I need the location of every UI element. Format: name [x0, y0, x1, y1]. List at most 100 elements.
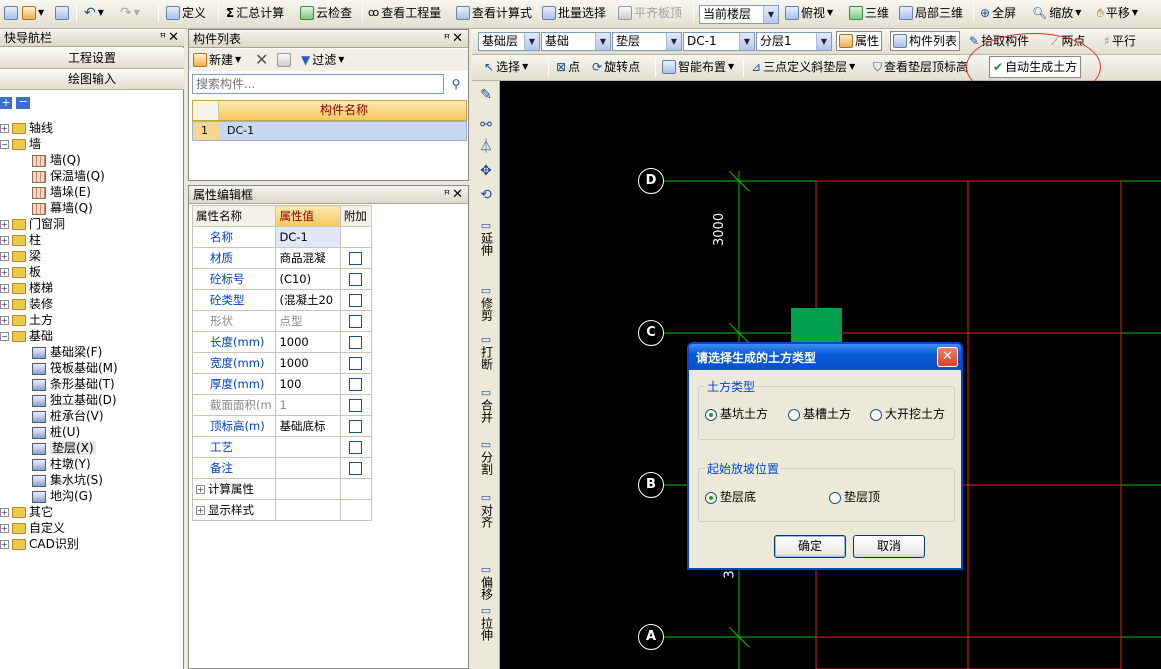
extra-checkbox[interactable] [349, 462, 363, 475]
property-value[interactable]: 100 [275, 373, 341, 395]
tree-leaf[interactable]: 筏板基础(M) [32, 360, 118, 376]
property-value[interactable]: 基础底标 [275, 415, 341, 437]
expand-icon[interactable]: + [0, 524, 9, 533]
open-file-button[interactable]: ▼ [22, 3, 44, 23]
property-row[interactable]: 厚度(mm) 100 [191, 373, 373, 395]
tree-folder[interactable]: + CAD识别 [0, 536, 79, 552]
tree-leaf[interactable]: 独立基础(D) [32, 392, 117, 408]
property-row[interactable]: 顶标高(m) 基础底标 [191, 415, 373, 437]
batch-select-button[interactable]: 批量选择 [542, 3, 606, 23]
property-group-row[interactable]: + 计算属性 [191, 478, 373, 500]
expand-icon[interactable]: + [196, 485, 205, 494]
vertical-tool-button[interactable]: ▭ 打断 [476, 333, 496, 370]
property-value[interactable]: (C10) [275, 268, 341, 290]
extra-checkbox[interactable] [349, 315, 363, 328]
property-row[interactable]: 截面面积(m 1 [191, 394, 373, 416]
rotate-icon[interactable]: ⟲ [476, 188, 496, 202]
tree-folder[interactable]: − 基础 [0, 328, 53, 344]
tree-folder[interactable]: + 楼梯 [0, 280, 53, 296]
tree-folder[interactable]: + 梁 [0, 248, 41, 264]
pin-icon[interactable]: ꟸ [444, 186, 450, 204]
zoom-button[interactable]: 🔍︎ 缩放 ▼ [1032, 3, 1081, 23]
search-button[interactable]: ⚲ [447, 74, 465, 94]
option-excavation[interactable]: 大开挖土方 [870, 405, 945, 422]
property-value[interactable]: 商品混凝 [275, 247, 341, 269]
expand-icon[interactable]: + [0, 508, 9, 517]
property-row[interactable]: 备注 [191, 457, 373, 479]
smart-layout-button[interactable]: 智能布置 ▼ [662, 57, 734, 77]
cloud-check-button[interactable]: 云检查 [300, 3, 352, 23]
tree-folder[interactable]: + 板 [0, 264, 41, 280]
new-component-button[interactable]: 新建 ▼ [193, 50, 241, 70]
option-trench[interactable]: 基槽土方 [788, 405, 851, 422]
mirror-icon[interactable]: ⏃ [476, 140, 496, 154]
tree-folder[interactable]: + 门窗洞 [0, 216, 65, 232]
property-row[interactable]: 宽度(mm) 1000 [191, 352, 373, 374]
type-select[interactable]: 垫层 ▼ [612, 32, 682, 51]
tree-leaf[interactable]: 地沟(G) [32, 488, 93, 504]
pan-button[interactable]: ✋︎ 平移 ▼ [1097, 3, 1138, 23]
component-search-input[interactable] [192, 74, 444, 94]
extra-checkbox[interactable] [349, 273, 363, 286]
close-icon[interactable]: ✕ [452, 186, 463, 204]
tree-folder[interactable]: + 装修 [0, 296, 53, 312]
project-settings-button[interactable]: 工程设置 [0, 48, 184, 69]
property-value[interactable] [275, 457, 341, 479]
tree-leaf[interactable]: 基础梁(F) [32, 344, 102, 360]
draw-input-button[interactable]: 绘图输入 [0, 69, 184, 90]
property-group-row[interactable]: + 显示样式 [191, 499, 373, 521]
component-list-button[interactable]: 构件列表 [890, 31, 961, 51]
floor-select[interactable]: 当前楼层 ▼ [699, 5, 779, 24]
option-cushion-top[interactable]: 垫层顶 [829, 488, 880, 505]
expand-icon[interactable]: + [0, 540, 9, 549]
property-row[interactable]: 材质 商品混凝 [191, 247, 373, 269]
undo-button[interactable]: ↶ ▼ [84, 3, 104, 23]
extra-checkbox[interactable] [349, 441, 363, 454]
property-row[interactable]: 名称 DC-1 [191, 226, 373, 248]
full-screen-button[interactable]: ⊕ 全屏 [980, 3, 1016, 23]
local-3d-button[interactable]: 局部三维 [899, 3, 963, 23]
property-value[interactable]: 1000 [275, 331, 341, 353]
property-value[interactable]: (混凝土20 [275, 289, 341, 311]
redo-button[interactable]: ↷ ▼ [120, 3, 140, 23]
tree-folder[interactable]: − 墙 [0, 136, 41, 152]
property-value[interactable]: DC-1 [275, 226, 341, 248]
tree-leaf[interactable]: 垫层(X) [32, 440, 96, 456]
offset-icon[interactable]: ⚯ [476, 118, 496, 132]
expand-icon[interactable]: + [0, 284, 9, 293]
extra-checkbox[interactable] [349, 399, 363, 412]
draw-icon[interactable]: ✎ [476, 88, 496, 102]
tree-leaf[interactable]: 条形基础(T) [32, 376, 115, 392]
ok-button[interactable]: 确定 [774, 535, 846, 558]
option-pit[interactable]: 基坑土方 [705, 405, 768, 422]
save-button[interactable] [55, 3, 69, 23]
property-row[interactable]: 工艺 [191, 436, 373, 458]
collapse-icon[interactable]: − [0, 332, 9, 341]
tree-leaf[interactable]: 柱墩(Y) [32, 456, 91, 472]
three-point-slope-button[interactable]: ⊿ 三点定义斜垫层 ▼ [751, 57, 855, 77]
tree-folder[interactable]: + 土方 [0, 312, 53, 328]
extra-checkbox[interactable] [349, 252, 363, 265]
tree-leaf[interactable]: 幕墙(Q) [32, 200, 93, 216]
expand-icon[interactable]: + [196, 506, 205, 515]
view-qty-button[interactable]: ꝏ 查看工程量 [368, 3, 441, 23]
tree-folder[interactable]: + 其它 [0, 504, 53, 520]
property-value[interactable]: 点型 [275, 310, 341, 332]
extra-checkbox[interactable] [349, 294, 363, 307]
define-button[interactable]: 定义 [166, 3, 206, 23]
select-button[interactable]: ↖ 选择 ▼ [484, 57, 528, 77]
vertical-tool-button[interactable]: ▭ 合并 [476, 386, 496, 423]
extra-checkbox[interactable] [349, 336, 363, 349]
tree-folder[interactable]: + 柱 [0, 232, 41, 248]
expand-icon[interactable]: + [0, 124, 9, 133]
tree-leaf[interactable]: 保温墙(Q) [32, 168, 105, 184]
tree-leaf[interactable]: 墙(Q) [32, 152, 81, 168]
close-icon[interactable]: ✕ [452, 30, 463, 48]
extra-checkbox[interactable] [349, 357, 363, 370]
collapse-all-button[interactable]: − [16, 96, 30, 109]
rotate-point-button[interactable]: ⟳ 旋转点 [592, 57, 640, 77]
tree-leaf[interactable]: 集水坑(S) [32, 472, 103, 488]
vertical-tool-button[interactable]: ▭ 偏移 [476, 563, 496, 600]
expand-icon[interactable]: + [0, 316, 9, 325]
tree-leaf[interactable]: 桩承台(V) [32, 408, 104, 424]
